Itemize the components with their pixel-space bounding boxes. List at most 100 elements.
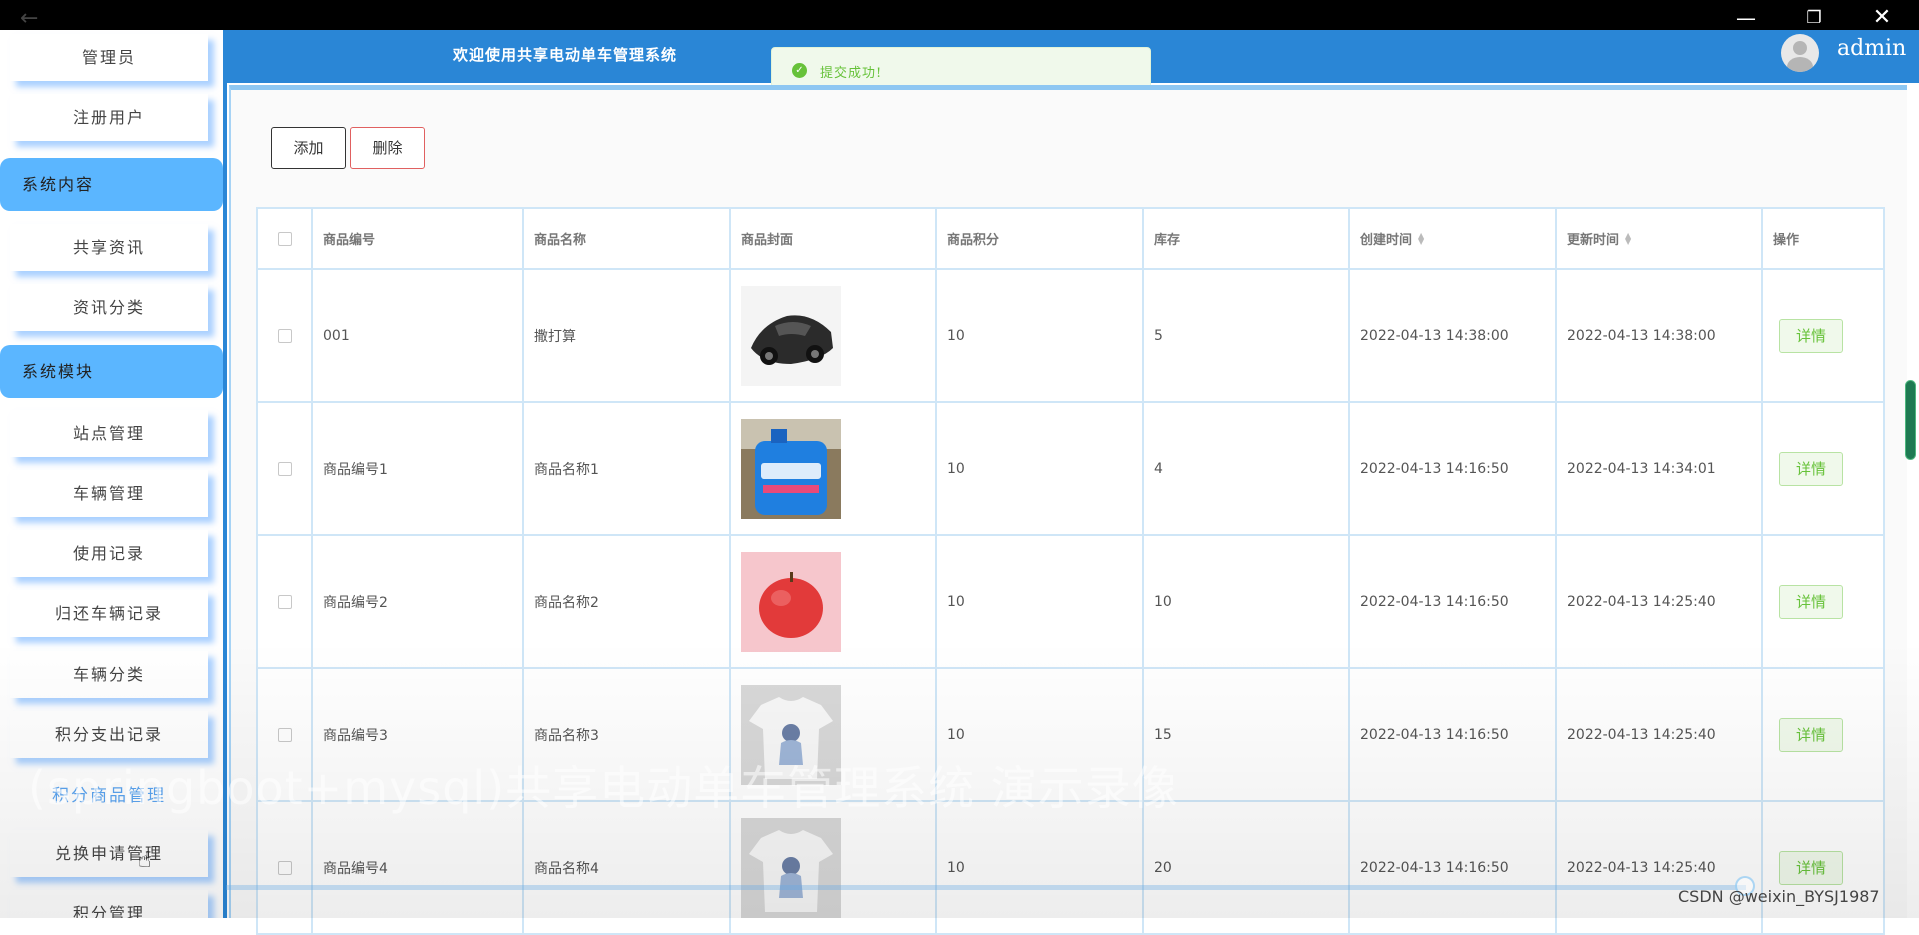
row-checkbox-cell (256, 270, 311, 401)
check-circle-icon: ✓ (792, 63, 807, 78)
header-checkbox-cell (256, 209, 311, 268)
column-header-label: 更新时间 (1567, 233, 1620, 248)
row-checkbox[interactable] (277, 594, 292, 609)
page-title: 欢迎使用共享电动单车管理系统 (453, 46, 678, 64)
column-header-id: 商品编号 (311, 209, 522, 268)
cell-created: 2022-04-13 14:16:50 (1348, 802, 1555, 933)
video-watermark: (springboot+mysql)共享电动单车管理系统 演示录像 (28, 761, 1179, 815)
table-row: 商品编号2 商品名称2 10 10 2022-04-13 14:16:50 20… (256, 536, 1885, 669)
sidebar-item-points-expense[interactable]: 积分支出记录 (10, 711, 208, 758)
row-checkbox[interactable] (277, 860, 292, 875)
table-row: 商品编号1 商品名称1 10 4 2022-04-13 14:16:50 202… (256, 403, 1885, 536)
cell-name: 商品名称2 (522, 536, 729, 667)
cell-actions: 详情 (1761, 403, 1885, 534)
add-button[interactable]: 添加 (271, 127, 346, 169)
cell-id: 商品编号1 (311, 403, 522, 534)
sidebar-item-vehicle-category[interactable]: 车辆分类 (10, 651, 208, 698)
cell-name: 商品名称4 (522, 802, 729, 933)
cell-cover (729, 270, 935, 401)
sort-caret-icon[interactable]: ▲ ▼ (1418, 231, 1424, 245)
cell-points: 10 (935, 802, 1142, 933)
tshirt-image (741, 817, 841, 918)
close-icon[interactable]: ✕ (1862, 4, 1902, 32)
cell-updated: 2022-04-13 14:38:00 (1555, 270, 1761, 401)
select-all-checkbox[interactable] (277, 231, 292, 246)
apple-image (741, 551, 841, 652)
column-header-points: 商品积分 (935, 209, 1142, 268)
column-header-stock: 库存 (1142, 209, 1348, 268)
column-header-label: 商品积分 (947, 233, 1000, 248)
username[interactable]: admin (1837, 36, 1906, 61)
column-header-label: 商品编号 (323, 233, 376, 248)
cell-points: 10 (935, 403, 1142, 534)
back-arrow-icon[interactable]: ← (20, 6, 38, 31)
sidebar-item-shared-news[interactable]: 共享资讯 (10, 224, 208, 271)
cell-id: 001 (311, 270, 522, 401)
sidebar-item-admin[interactable]: 管理员 (10, 34, 208, 81)
detail-button[interactable]: 详情 (1779, 717, 1843, 752)
minimize-icon[interactable]: — (1726, 4, 1766, 32)
sidebar-item-exchange-requests[interactable]: 兑换申请管理 (10, 830, 208, 877)
sidebar-item-usage-records[interactable]: 使用记录 (10, 530, 208, 577)
row-checkbox[interactable] (277, 461, 292, 476)
column-header-label: 创建时间 (1360, 233, 1413, 248)
sidebar-item-registered-users[interactable]: 注册用户 (10, 94, 208, 141)
column-header-actions: 操作 (1761, 209, 1885, 268)
cell-created: 2022-04-13 14:16:50 (1348, 536, 1555, 667)
scrollbar-thumb[interactable] (1905, 380, 1916, 460)
cell-id: 商品编号4 (311, 802, 522, 933)
sidebar-item-news-category[interactable]: 资讯分类 (10, 284, 208, 331)
avatar[interactable] (1781, 34, 1819, 72)
sidebar-item-station[interactable]: 站点管理 (10, 410, 208, 457)
cell-updated: 2022-04-13 14:25:40 (1555, 669, 1761, 800)
hand-cursor-icon: ☝ (138, 848, 152, 873)
sort-caret-icon[interactable]: ▲ ▼ (1625, 231, 1631, 245)
delete-button[interactable]: 删除 (350, 127, 425, 169)
cell-points: 10 (935, 536, 1142, 667)
column-header-label: 操作 (1773, 233, 1800, 248)
cell-actions: 详情 (1761, 669, 1885, 800)
cell-name: 商品名称1 (522, 403, 729, 534)
restore-icon[interactable]: ❐ (1794, 4, 1834, 32)
detail-button[interactable]: 详情 (1779, 584, 1843, 619)
sidebar-group-system-content[interactable]: 系统内容 (0, 158, 223, 211)
cell-actions: 详情 (1761, 802, 1885, 933)
cell-updated: 2022-04-13 14:25:40 (1555, 802, 1761, 933)
row-checkbox-cell (256, 403, 311, 534)
cell-created: 2022-04-13 14:16:50 (1348, 669, 1555, 800)
cell-cover (729, 403, 935, 534)
table-row: 001 撒打算 10 5 2022-04-13 14:38:00 2022-04… (256, 270, 1885, 403)
detail-button[interactable]: 详情 (1779, 850, 1843, 885)
column-header-label: 库存 (1154, 233, 1181, 248)
cell-stock: 20 (1142, 802, 1348, 933)
goods-table: 商品编号 商品名称 商品封面 商品积分 库存 创建时间 ▲ ▼ 更新时间 ▲ ▼ 操作 … (256, 207, 1885, 935)
detail-button[interactable]: 详情 (1779, 451, 1843, 486)
sidebar-item-return-records[interactable]: 归还车辆记录 (10, 590, 208, 637)
cell-name: 撒打算 (522, 270, 729, 401)
row-checkbox-cell (256, 536, 311, 667)
column-header-label: 商品名称 (534, 233, 587, 248)
row-checkbox-cell (256, 802, 311, 933)
cell-updated: 2022-04-13 14:25:40 (1555, 536, 1761, 667)
sidebar-group-system-modules[interactable]: 系统模块 (0, 345, 223, 398)
table-header-row: 商品编号 商品名称 商品封面 商品积分 库存 创建时间 ▲ ▼ 更新时间 ▲ ▼ 操作 (256, 207, 1885, 270)
table-row: 商品编号4 商品名称4 10 20 2022-04-13 14:16:50 20… (256, 802, 1885, 935)
column-header-created[interactable]: 创建时间 ▲ ▼ (1348, 209, 1555, 268)
cell-points: 10 (935, 270, 1142, 401)
cell-stock: 4 (1142, 403, 1348, 534)
detail-button[interactable]: 详情 (1779, 318, 1843, 353)
column-header-name: 商品名称 (522, 209, 729, 268)
detergent-image (741, 418, 841, 519)
cell-updated: 2022-04-13 14:34:01 (1555, 403, 1761, 534)
sidebar-item-vehicle[interactable]: 车辆管理 (10, 470, 208, 517)
row-checkbox[interactable] (277, 727, 292, 742)
toast-message: 提交成功! (820, 66, 883, 81)
row-checkbox[interactable] (277, 328, 292, 343)
csdn-credit: CSDN @weixin_BYSJ1987 (1678, 887, 1880, 906)
column-header-label: 商品封面 (741, 233, 794, 248)
cell-actions: 详情 (1761, 536, 1885, 667)
video-progress-bar[interactable] (226, 885, 1746, 890)
cell-stock: 5 (1142, 270, 1348, 401)
column-header-updated[interactable]: 更新时间 ▲ ▼ (1555, 209, 1761, 268)
sidebar-item-points-management[interactable]: 积分管理 (10, 890, 208, 918)
